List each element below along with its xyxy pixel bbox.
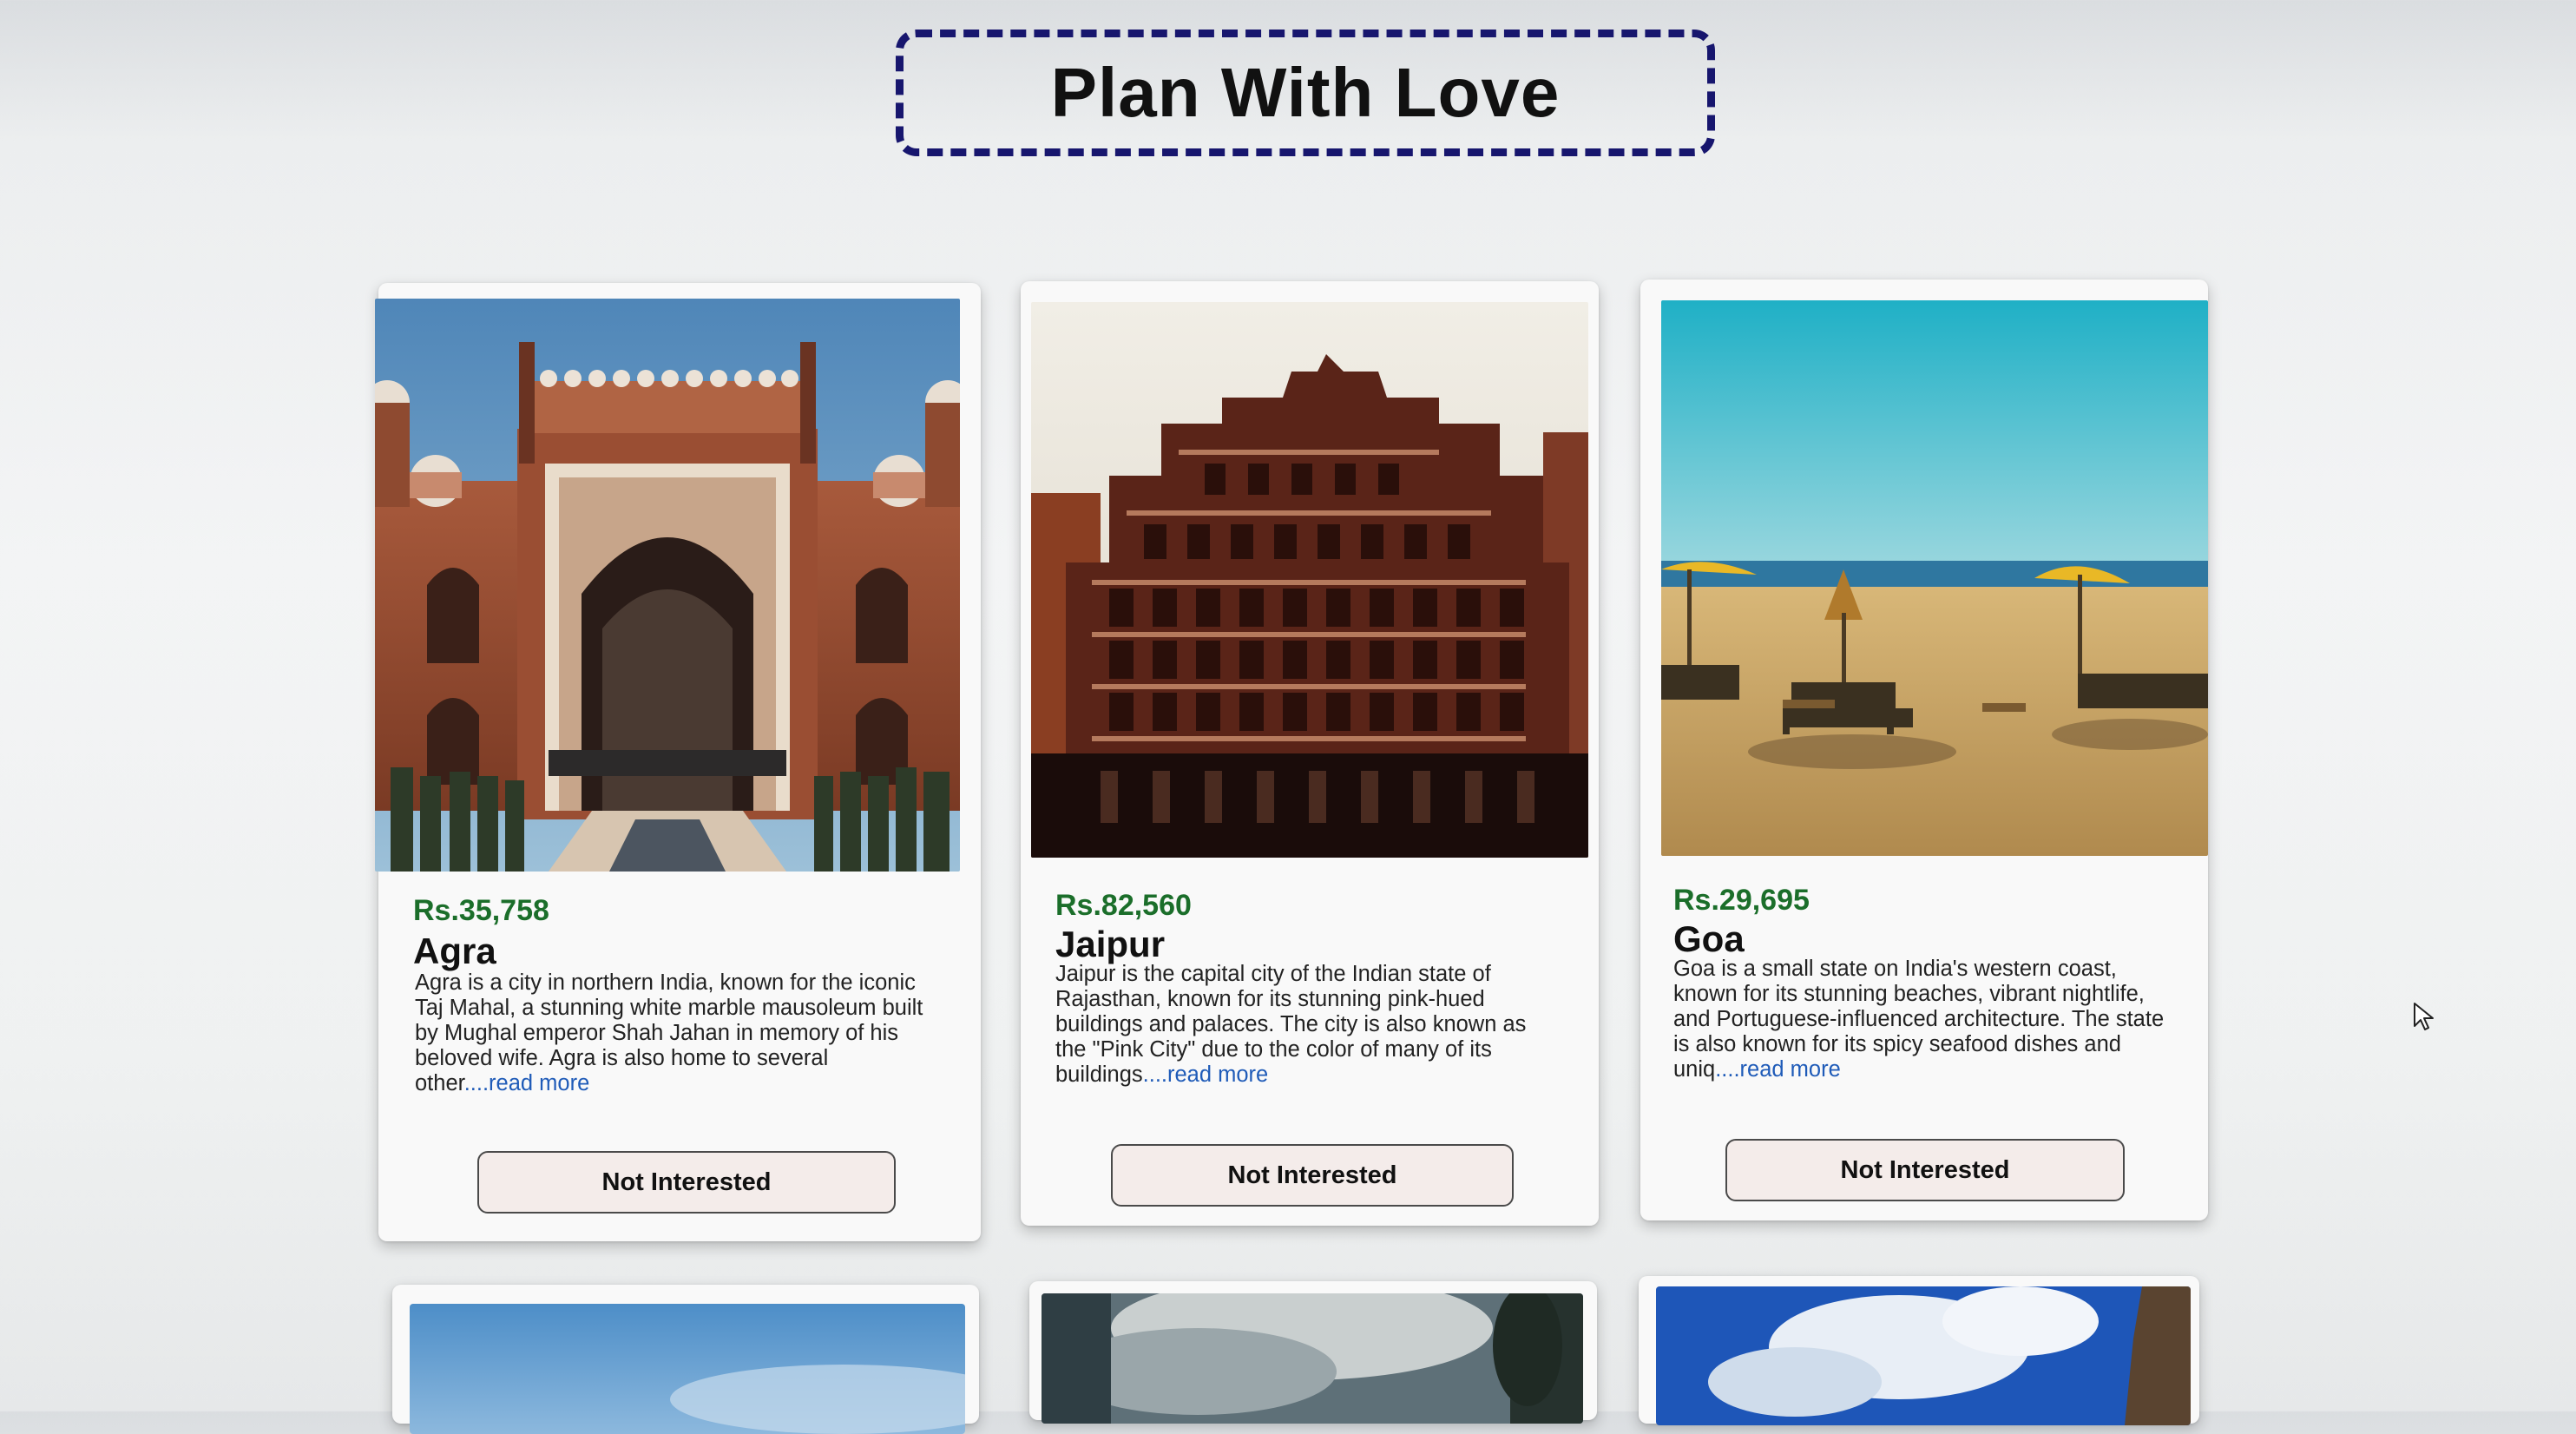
not-interested-button[interactable]: Not Interested xyxy=(1111,1144,1514,1207)
tour-image xyxy=(410,1304,965,1434)
tour-card-row2-3 xyxy=(1639,1276,2199,1425)
tour-image xyxy=(1656,1286,2191,1425)
read-more-link[interactable]: ....read more xyxy=(1143,1062,1269,1087)
tour-price: Rs.82,560 xyxy=(1055,889,1192,922)
tour-description: Agra is a city in northern India, known … xyxy=(415,970,936,1096)
tour-image-jaipur xyxy=(1031,302,1588,858)
tour-card-row2-1 xyxy=(392,1285,979,1434)
tour-card-agra: Rs.35,758 Agra Agra is a city in norther… xyxy=(375,283,981,1241)
tour-name: Goa xyxy=(1673,918,1745,959)
mouse-pointer-icon xyxy=(2413,1002,2437,1031)
tour-image-agra xyxy=(375,299,960,872)
read-more-link[interactable]: ....read more xyxy=(1715,1057,1841,1082)
page-title: Plan With Love xyxy=(1050,54,1561,131)
read-more-link[interactable]: ....read more xyxy=(464,1071,590,1095)
tour-price: Rs.29,695 xyxy=(1673,884,1810,917)
tour-name: Jaipur xyxy=(1055,924,1166,964)
tour-description-text: Jaipur is the capital city of the Indian… xyxy=(1055,962,1527,1087)
tour-card-jaipur: Rs.82,560 Jaipur Jaipur is the capital c… xyxy=(1021,281,1599,1226)
tour-price: Rs.35,758 xyxy=(413,894,549,927)
tour-name: Agra xyxy=(413,931,496,971)
tour-card-goa: Rs.29,695 Goa Goa is a small state on In… xyxy=(1640,280,2208,1220)
not-interested-button[interactable]: Not Interested xyxy=(477,1151,896,1214)
page-title-box: Plan With Love xyxy=(896,30,1715,156)
tour-description: Jaipur is the capital city of the Indian… xyxy=(1055,962,1561,1088)
tour-image xyxy=(1042,1293,1583,1424)
tour-description: Goa is a small state on India's western … xyxy=(1673,957,2182,1082)
not-interested-button[interactable]: Not Interested xyxy=(1725,1139,2125,1201)
tour-image-goa xyxy=(1661,300,2208,856)
tour-card-row2-2 xyxy=(1029,1281,1597,1424)
